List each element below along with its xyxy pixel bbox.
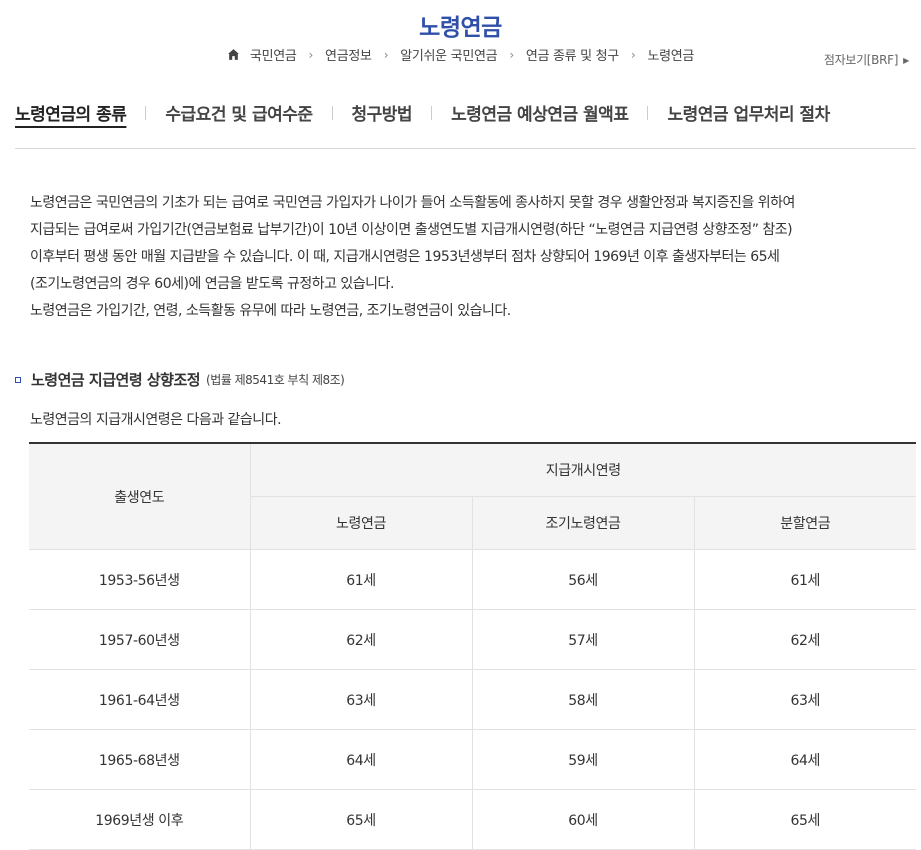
breadcrumb-item-easy-pension[interactable]: 알기쉬운 국민연금: [400, 45, 497, 64]
table-row: 1957-60년생 62세 57세 62세: [29, 609, 916, 670]
table-row: 1965-68년생 64세 59세 64세: [29, 729, 916, 790]
cell-birth: 1953-56년생: [29, 549, 250, 610]
home-icon[interactable]: [227, 48, 240, 61]
cell-early: 56세: [471, 549, 694, 610]
tab-divider: [331, 105, 333, 120]
breadcrumb-item-pension[interactable]: 국민연금: [250, 45, 297, 64]
law-note: (법률 제8541호 부칙 제8조): [206, 373, 345, 387]
tab-monthly-table[interactable]: 노령연금 예상연금 월액표: [451, 100, 629, 125]
header-old-age-pension: 노령연금: [250, 496, 472, 550]
cell-split: 63세: [693, 669, 916, 730]
tab-claim-method[interactable]: 청구방법: [352, 100, 413, 125]
pension-age-table: 출생연도 지급개시연령 노령연금 조기노령연금 분할연금 1953-56년생 6…: [29, 442, 916, 850]
page-title: 노령연금: [419, 15, 502, 41]
intro-text: 노령연금은 국민연금의 기초가 되는 급여로 국민연금 가입자가 나이가 들어 …: [30, 190, 900, 325]
breadcrumb-item-pension-info[interactable]: 연금정보: [325, 45, 372, 64]
tab-bar: 노령연금의 종류 수급요건 및 급여수준 청구방법 노령연금 예상연금 월액표 …: [15, 100, 830, 125]
table-row: 1969년생 이후 65세 60세 65세: [29, 789, 916, 850]
braille-view-link[interactable]: 점자보기[BRF] ▶: [824, 51, 909, 68]
intro-line: 노령연금은 국민연금의 기초가 되는 급여로 국민연금 가입자가 나이가 들어 …: [30, 195, 795, 211]
breadcrumb-item-pension-types[interactable]: 연금 종류 및 청구: [526, 45, 619, 64]
header-early-pension: 조기노령연금: [471, 496, 694, 550]
cell-early: 57세: [471, 609, 694, 670]
square-bullet-icon: [15, 376, 21, 383]
cell-birth: 1969년생 이후: [29, 789, 250, 850]
cell-early: 60세: [471, 789, 694, 850]
intro-line: 이후부터 평생 동안 매월 지급받을 수 있습니다. 이 때, 지급개시연령은 …: [30, 249, 780, 265]
header-start-age: 지급개시연령: [249, 443, 916, 497]
chevron-right-icon: ›: [509, 47, 514, 62]
tab-eligibility[interactable]: 수급요건 및 급여수준: [165, 100, 313, 125]
intro-line: 지급되는 급여로써 가입기간(연금보험료 납부기간)이 10년 이상이면 출생연…: [30, 222, 793, 238]
cell-old-age: 63세: [249, 669, 472, 730]
caret-right-icon: ▶: [903, 56, 909, 65]
header-birth-year: 출생연도: [29, 443, 251, 550]
cell-old-age: 62세: [249, 609, 472, 670]
section-title: 노령연금 지급연령 상향조정: [31, 371, 201, 389]
chevron-right-icon: ›: [630, 47, 636, 62]
breadcrumb-item-current[interactable]: 노령연금: [647, 45, 694, 64]
cell-split: 61세: [693, 549, 916, 610]
chevron-right-icon: ›: [383, 47, 389, 62]
cell-birth: 1961-64년생: [29, 669, 250, 730]
chevron-right-icon: ›: [308, 47, 314, 62]
tab-divider: [431, 105, 433, 120]
cell-early: 59세: [471, 729, 694, 790]
braille-view-label: 점자보기[BRF]: [823, 53, 899, 67]
cell-old-age: 61세: [249, 549, 472, 610]
cell-split: 65세: [693, 789, 916, 850]
section-description: 노령연금의 지급개시연령은 다음과 같습니다.: [30, 412, 282, 428]
header-split-pension: 분할연금: [693, 496, 916, 550]
cell-birth: 1965-68년생: [29, 729, 250, 790]
intro-line: 노령연금은 가입기간, 연령, 소득활동 유무에 따라 노령연금, 조기노령연금…: [30, 303, 511, 319]
intro-line: (조기노령연금의 경우 60세)에 연금을 받도록 규정하고 있습니다.: [30, 276, 394, 292]
table-row: 1961-64년생 63세 58세 63세: [29, 669, 916, 730]
cell-birth: 1957-60년생: [29, 609, 250, 670]
tab-process[interactable]: 노령연금 업무처리 절차: [667, 100, 830, 125]
cell-early: 58세: [471, 669, 694, 730]
tab-divider: [647, 105, 649, 120]
section-heading: 노령연금 지급연령 상향조정 (법률 제8541호 부칙 제8조): [15, 369, 345, 390]
cell-old-age: 65세: [249, 789, 472, 850]
breadcrumb: 국민연금 › 연금정보 › 알기쉬운 국민연금 › 연금 종류 및 청구 › 노…: [0, 45, 921, 64]
cell-old-age: 64세: [249, 729, 472, 790]
tab-old-age-types[interactable]: 노령연금의 종류: [15, 100, 127, 125]
tab-divider: [145, 105, 147, 120]
cell-split: 62세: [693, 609, 916, 670]
table-row: 1953-56년생 61세 56세 61세: [29, 549, 916, 610]
cell-split: 64세: [693, 729, 916, 790]
tabs-divider-line: [15, 148, 916, 149]
